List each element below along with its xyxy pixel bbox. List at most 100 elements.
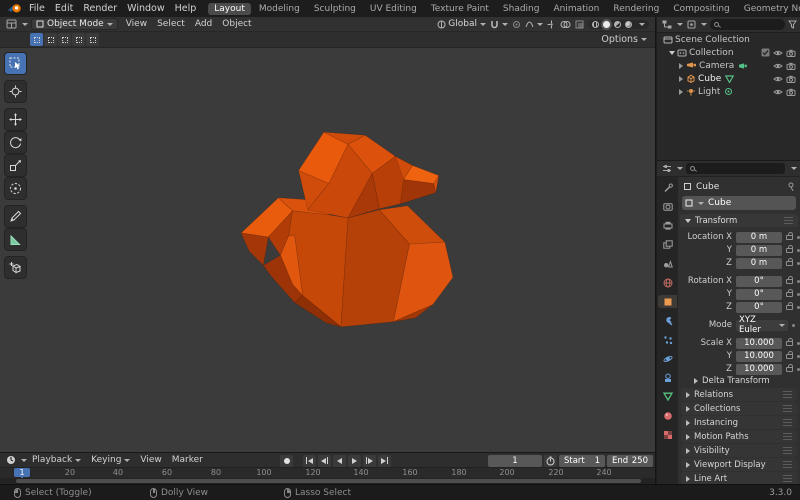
disable-render-camera-icon[interactable]	[786, 75, 796, 83]
shading-options-chevron[interactable]	[639, 22, 645, 26]
timeline-menu-view[interactable]: View	[135, 455, 166, 465]
panel-viewport-display[interactable]: Viewport Display	[681, 458, 797, 471]
rotation-mode-dropdown[interactable]: XYZ Euler	[736, 315, 788, 335]
collapsed-caret-icon[interactable]	[679, 75, 683, 82]
lock-icon[interactable]	[786, 275, 793, 284]
properties-search-input[interactable]	[686, 163, 785, 174]
pin-icon[interactable]	[787, 182, 795, 191]
transform-orientation-dropdown[interactable]: Global	[437, 19, 486, 29]
disable-render-camera-icon[interactable]	[786, 62, 796, 70]
rotation-x-field[interactable]: 0°	[736, 275, 782, 287]
lock-icon[interactable]	[786, 350, 793, 359]
lock-icon[interactable]	[786, 301, 793, 310]
properties-editor-icon[interactable]	[662, 164, 672, 173]
menu-render[interactable]: Render	[78, 3, 122, 14]
end-frame-field[interactable]: End 250	[607, 454, 653, 467]
panel-drag-grip[interactable]	[784, 217, 793, 224]
duck-model[interactable]	[228, 113, 460, 345]
tool-measure[interactable]	[5, 229, 26, 250]
tab-material[interactable]	[658, 409, 677, 422]
timeline-scrollbar-handle[interactable]	[16, 479, 641, 483]
shading-material-button[interactable]	[614, 20, 621, 28]
play-button[interactable]	[348, 454, 361, 467]
display-mode-icon[interactable]	[687, 20, 696, 29]
tool-transform[interactable]	[5, 178, 26, 199]
lock-icon[interactable]	[786, 337, 793, 346]
timeline-menu-marker[interactable]: Marker	[167, 455, 208, 465]
tool-rotate[interactable]	[5, 132, 26, 153]
scale-y-field[interactable]: 10.000	[736, 350, 782, 362]
lock-icon[interactable]	[786, 288, 793, 297]
select-mode-subtract-button[interactable]	[58, 33, 71, 46]
display-mode-chevron[interactable]	[701, 23, 707, 26]
panel-drag-grip[interactable]	[783, 405, 792, 412]
id-browse-chevron[interactable]	[698, 201, 704, 205]
hide-eye-icon[interactable]	[773, 75, 783, 83]
panel-visibility[interactable]: Visibility	[681, 444, 797, 457]
shading-solid-button[interactable]	[603, 20, 610, 28]
properties-editor-chevron[interactable]	[677, 167, 683, 170]
tool-select-box[interactable]	[5, 53, 26, 74]
object-name-field[interactable]: Cube	[682, 196, 796, 210]
outliner-row-scene-collection[interactable]: Scene Collection	[657, 33, 800, 46]
outliner-row-cube[interactable]: Cube	[657, 72, 800, 85]
select-mode-intersect-button[interactable]	[86, 33, 99, 46]
shading-wireframe-button[interactable]	[592, 20, 599, 28]
select-mode-extend-button[interactable]	[44, 33, 57, 46]
tab-view-layer[interactable]	[658, 238, 677, 251]
menu-file[interactable]: File	[24, 3, 50, 14]
transform-panel-header[interactable]: Transform	[680, 214, 798, 227]
disable-render-camera-icon[interactable]	[786, 49, 796, 57]
checkbox-icon[interactable]	[761, 48, 770, 57]
viewport-menu-add[interactable]: Add	[190, 19, 217, 29]
next-keyframe-button[interactable]	[363, 454, 376, 467]
playhead-marker[interactable]: 1	[14, 468, 30, 477]
tab-uv-editing[interactable]: UV Editing	[364, 3, 423, 15]
xray-toggle[interactable]	[575, 20, 584, 29]
breadcrumb-object[interactable]: Cube	[696, 182, 719, 192]
timeline-editor-icon[interactable]	[6, 455, 16, 465]
hide-eye-icon[interactable]	[773, 49, 783, 57]
viewport-menu-object[interactable]: Object	[217, 19, 256, 29]
disable-render-camera-icon[interactable]	[786, 88, 796, 96]
tool-add-cube[interactable]	[5, 257, 26, 278]
collapsed-caret-icon[interactable]	[679, 62, 683, 69]
tab-geometry-nodes[interactable]: Geometry Nodes	[738, 3, 800, 15]
scale-z-field[interactable]: 10.000	[736, 363, 782, 375]
properties-filter-chevron[interactable]	[791, 167, 797, 170]
tab-physics[interactable]	[658, 352, 677, 365]
preview-range-button[interactable]	[544, 454, 557, 467]
panel-drag-grip[interactable]	[783, 391, 792, 398]
current-frame-field[interactable]: 1	[488, 454, 542, 467]
location-y-field[interactable]: 0 m	[736, 244, 782, 256]
hide-eye-icon[interactable]	[773, 88, 783, 96]
filter-icon[interactable]	[788, 20, 797, 29]
hide-eye-icon[interactable]	[773, 62, 783, 70]
tab-texture[interactable]	[658, 428, 677, 441]
tab-world[interactable]	[658, 276, 677, 289]
timeline-menu-keying[interactable]: Keying	[86, 455, 135, 465]
panel-drag-grip[interactable]	[783, 475, 792, 482]
outliner-editor-icon[interactable]	[662, 20, 672, 29]
snap-chevron[interactable]	[502, 22, 508, 26]
tool-move[interactable]	[5, 109, 26, 130]
shading-rendered-button[interactable]	[625, 20, 632, 28]
select-mode-invert-button[interactable]	[72, 33, 85, 46]
menu-edit[interactable]: Edit	[50, 3, 78, 14]
tool-cursor[interactable]	[5, 81, 26, 102]
tab-sculpting[interactable]: Sculpting	[308, 3, 362, 15]
tab-object-data[interactable]	[658, 390, 677, 403]
expand-caret-icon[interactable]	[669, 50, 675, 55]
location-z-field[interactable]: 0 m	[736, 257, 782, 269]
tab-shading[interactable]: Shading	[497, 3, 546, 15]
menu-help[interactable]: Help	[170, 3, 202, 14]
outliner-editor-chevron[interactable]	[677, 23, 683, 26]
prev-keyframe-button[interactable]	[318, 454, 331, 467]
panel-line-art[interactable]: Line Art	[681, 472, 797, 484]
tab-modifiers[interactable]	[658, 314, 677, 327]
tab-texture-paint[interactable]: Texture Paint	[425, 3, 495, 15]
tool-scale[interactable]	[5, 155, 26, 176]
tab-animation[interactable]: Animation	[547, 3, 605, 15]
outliner-row-collection[interactable]: Collection	[657, 46, 800, 59]
proportional-edit-toggle[interactable]	[512, 20, 521, 29]
